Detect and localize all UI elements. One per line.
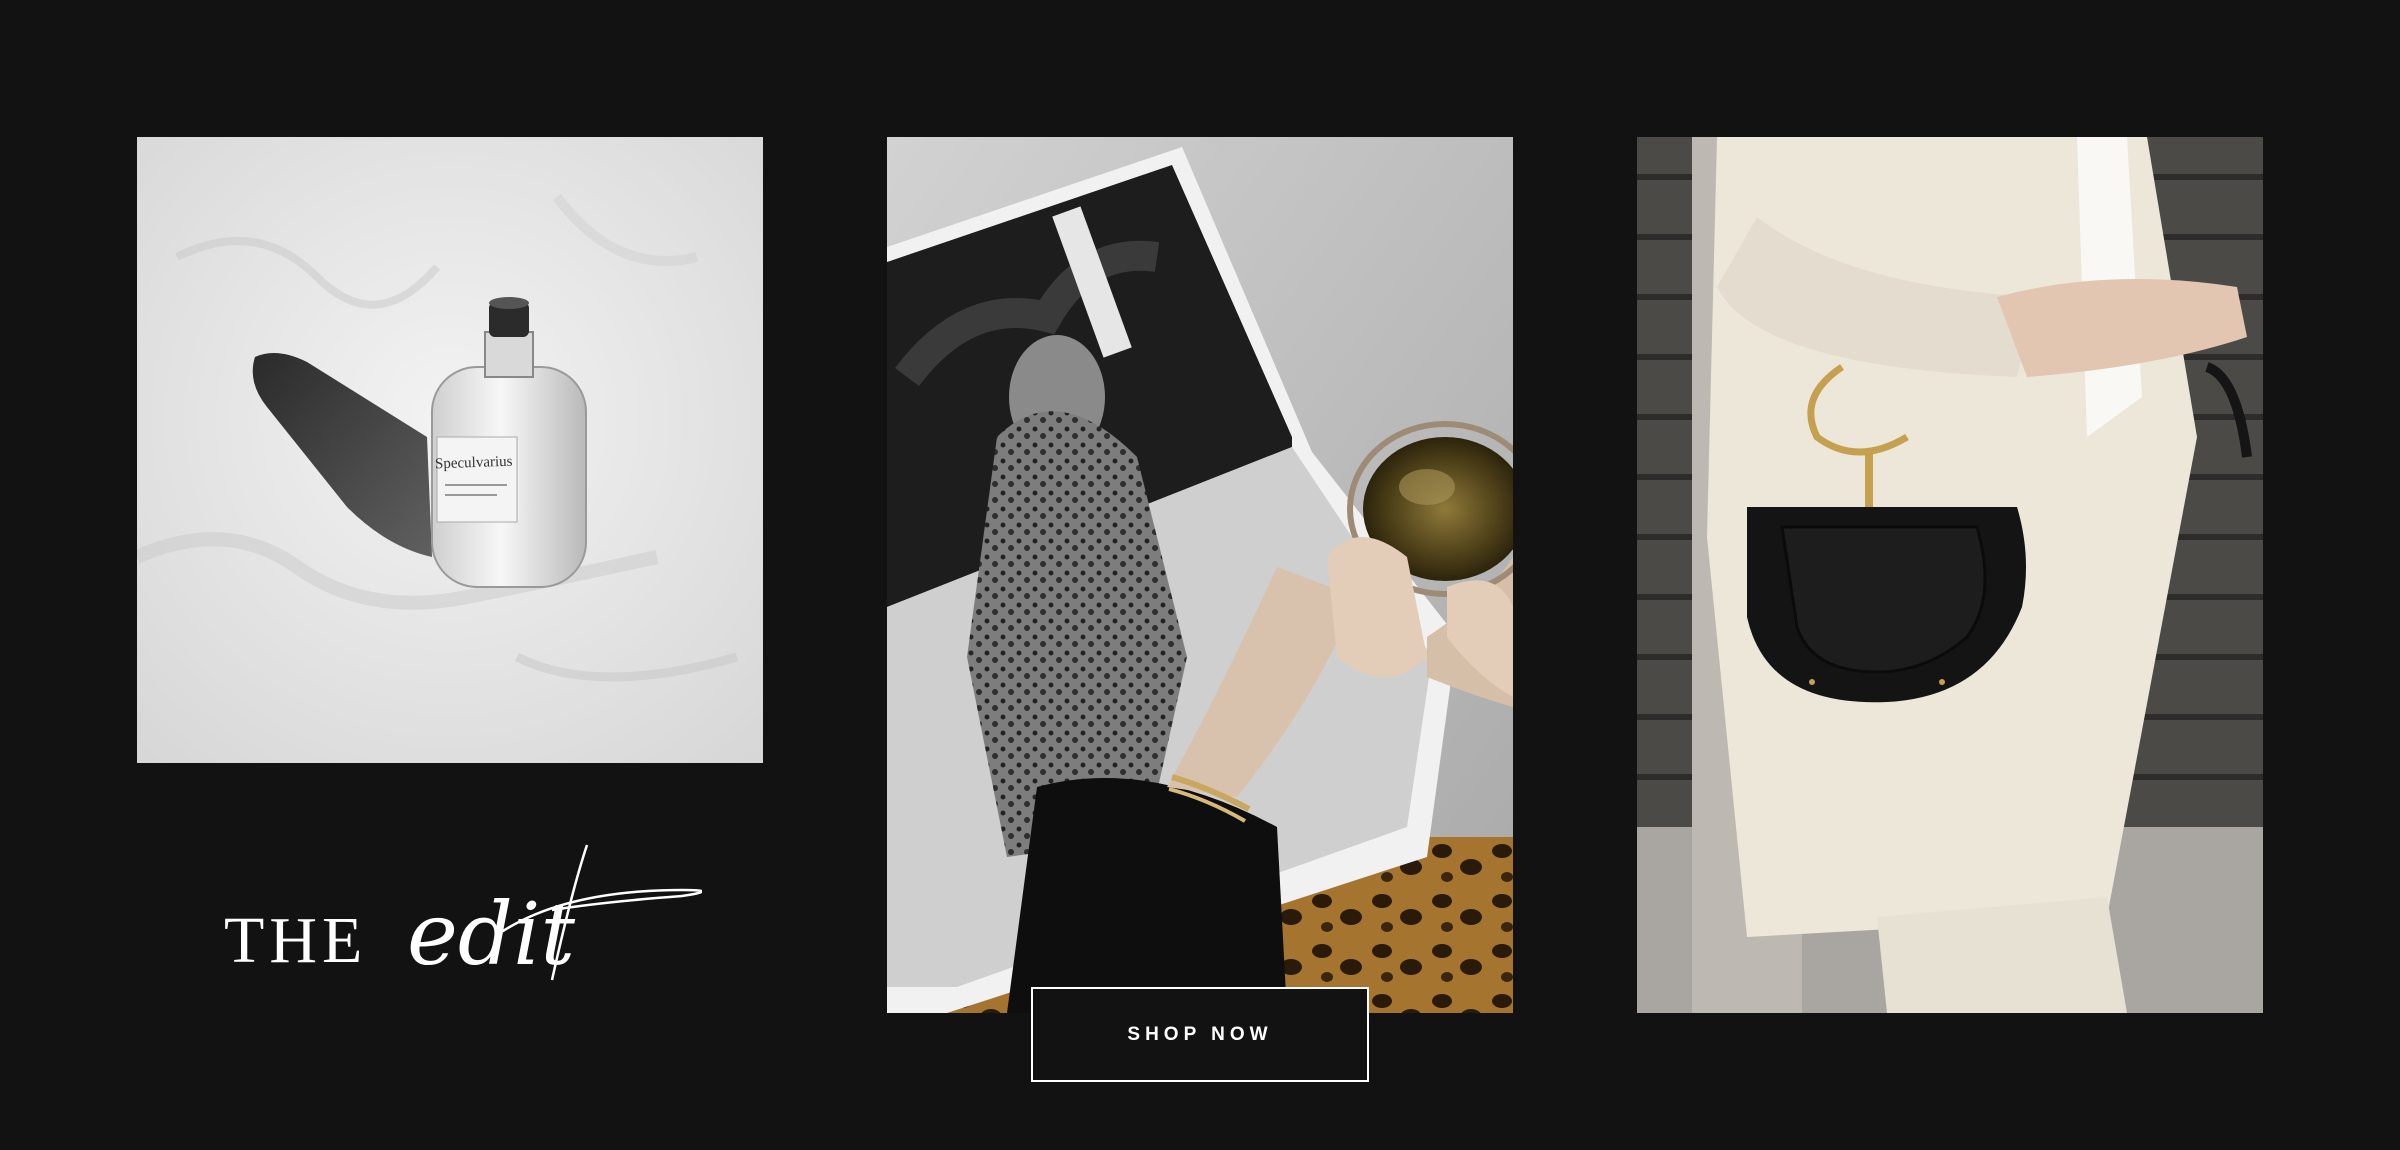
logo-the-text: THE — [224, 904, 367, 977]
shop-now-button[interactable]: SHOP NOW — [1031, 987, 1369, 1082]
bottle-label-text: Speculvarius — [434, 453, 513, 473]
handbag-photo — [1637, 137, 2263, 1013]
the-edit-logo: THE edit — [222, 830, 702, 1000]
logo-edit-text: edit — [407, 885, 575, 985]
perfume-bottle-photo: Speculvarius — [137, 137, 763, 763]
magazine-coffee-photo — [887, 137, 1513, 1013]
